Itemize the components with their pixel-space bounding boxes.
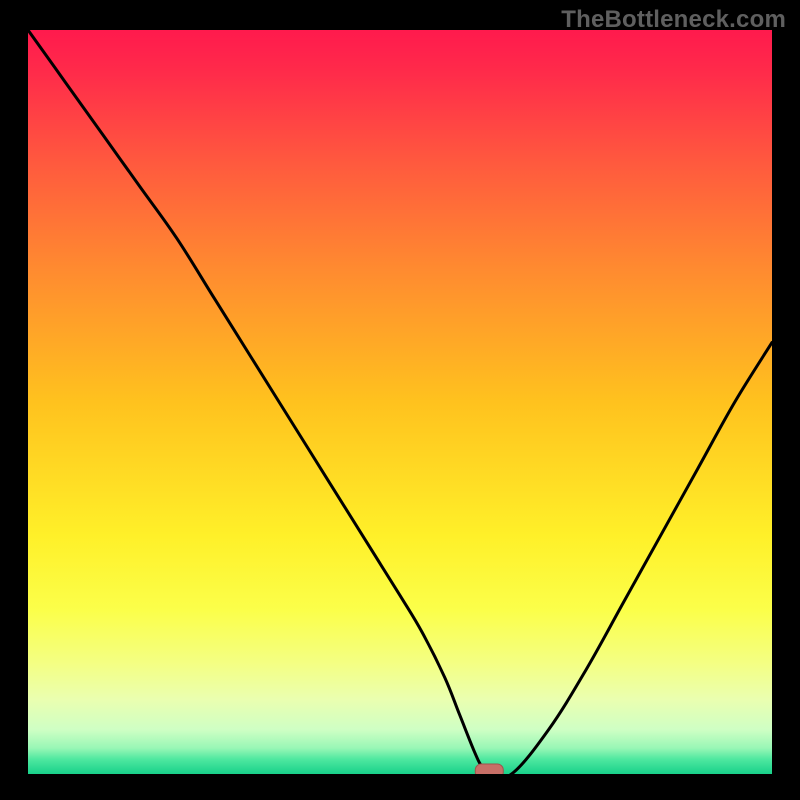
optimum-marker xyxy=(475,764,503,774)
plot-background xyxy=(28,30,772,774)
chart-frame: TheBottleneck.com xyxy=(0,0,800,800)
chart-svg xyxy=(28,30,772,774)
watermark-text: TheBottleneck.com xyxy=(561,6,786,34)
plot-area xyxy=(28,30,772,774)
